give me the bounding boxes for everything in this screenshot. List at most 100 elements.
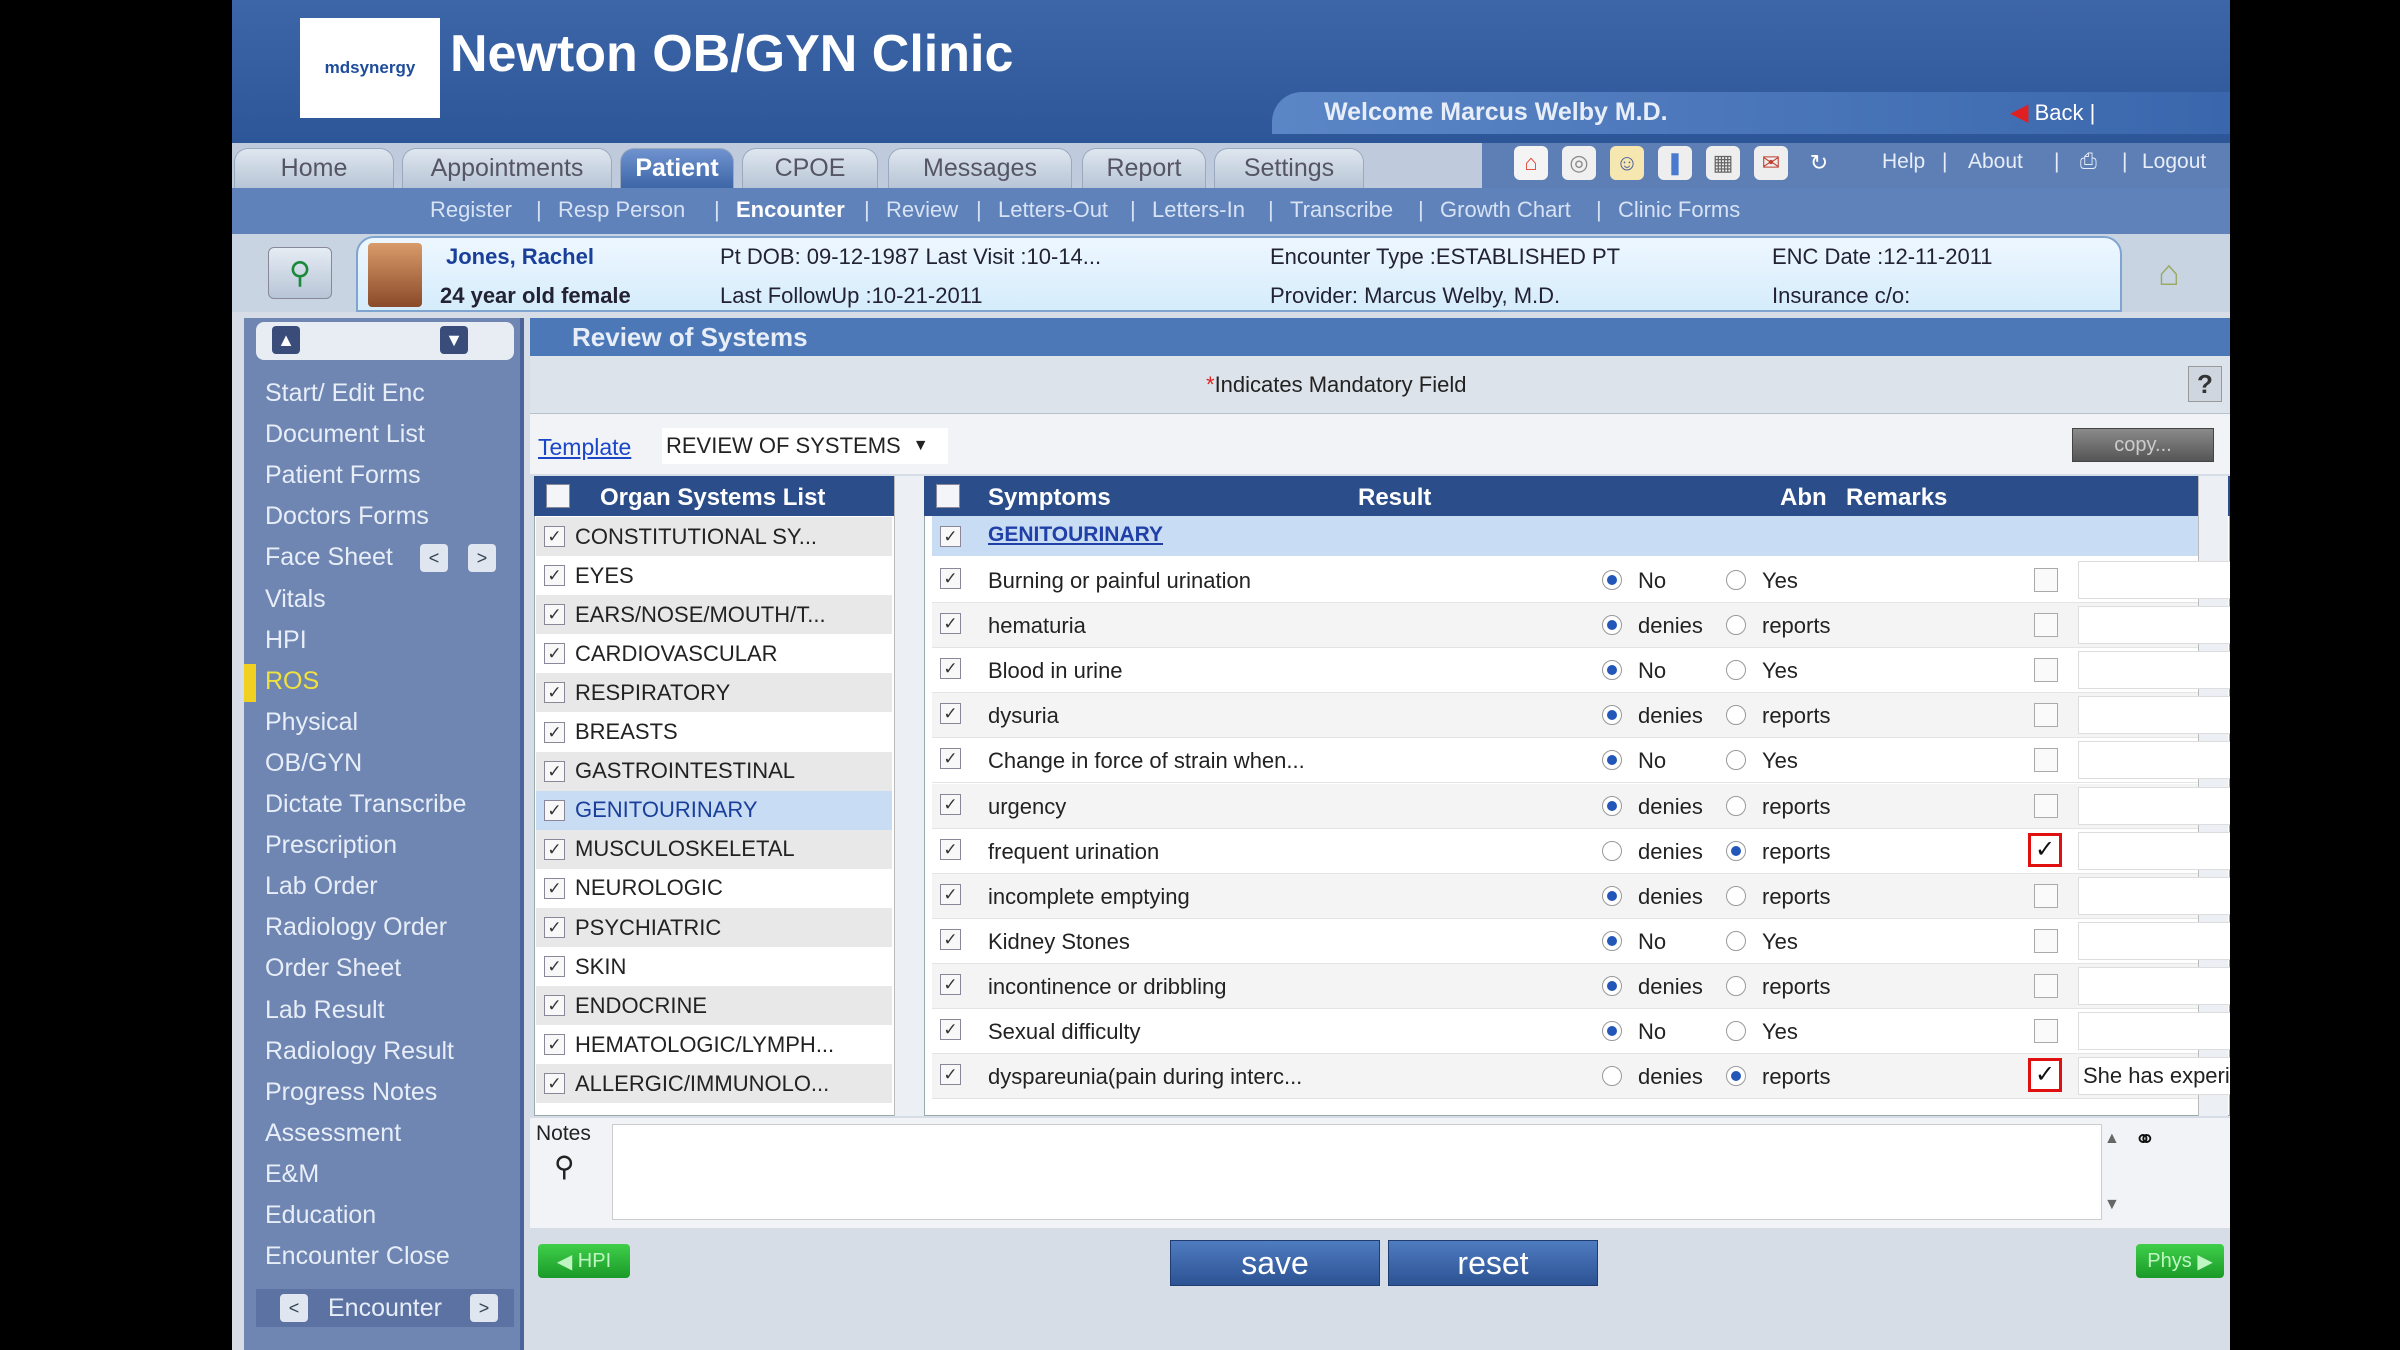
sidebar-item-document-list[interactable]: Document List: [265, 415, 523, 454]
next-phys-button[interactable]: Phys ▶: [2136, 1244, 2224, 1278]
sidebar-item-hpi[interactable]: HPI: [265, 621, 523, 660]
abn-checkbox[interactable]: [2034, 748, 2058, 773]
organ-row[interactable]: ✓ EARS/NOSE/MOUTH/T...: [536, 595, 892, 635]
refresh-icon[interactable]: ↻: [1802, 146, 1836, 180]
result-radio-2[interactable]: [1726, 570, 1746, 590]
tab-home[interactable]: Home: [234, 148, 394, 188]
result-radio-2[interactable]: [1726, 885, 1746, 906]
result-radio-2[interactable]: [1726, 930, 1746, 951]
remarks-field[interactable]: [2078, 876, 2230, 915]
sidebar-item-progress-notes[interactable]: Progress Notes: [265, 1073, 523, 1112]
subnav-resp-person[interactable]: Resp Person: [558, 197, 685, 223]
sidebar-item-e-m[interactable]: E&M: [265, 1155, 523, 1194]
about-link[interactable]: About: [1968, 150, 2023, 174]
organ-row[interactable]: ✓ MUSCULOSKELETAL: [536, 829, 892, 869]
remarks-field[interactable]: [2078, 786, 2230, 825]
sidebar-item-dictate-transcribe[interactable]: Dictate Transcribe: [265, 785, 523, 824]
tab-report[interactable]: Report: [1082, 148, 1206, 188]
result-radio-1[interactable]: [1602, 885, 1622, 906]
remarks-field[interactable]: [2078, 741, 2230, 780]
patient-search-icon[interactable]: ⚲: [268, 247, 332, 299]
result-radio-2[interactable]: [1726, 975, 1746, 996]
face-sheet-next-icon[interactable]: >: [468, 544, 496, 572]
organ-row[interactable]: ✓ SKIN: [536, 947, 892, 986]
family-icon[interactable]: ⌂: [2134, 244, 2204, 302]
subnav-review[interactable]: Review: [886, 197, 958, 223]
alert-icon[interactable]: ⌂: [1514, 146, 1548, 180]
organ-checkbox[interactable]: ✓: [544, 565, 565, 587]
sidebar-item-order-sheet[interactable]: Order Sheet: [265, 949, 523, 988]
sidebar-item-start-edit-enc[interactable]: Start/ Edit Enc: [265, 374, 523, 413]
sidebar-item-lab-result[interactable]: Lab Result: [265, 991, 523, 1030]
remarks-field[interactable]: [2078, 966, 2230, 1005]
encounter-prev-icon[interactable]: <: [280, 1294, 308, 1322]
symptom-checkbox[interactable]: ✓: [940, 613, 961, 635]
template-select[interactable]: REVIEW OF SYSTEMS ▼: [662, 428, 948, 464]
result-radio-1[interactable]: [1602, 615, 1622, 636]
organ-row[interactable]: ✓ EYES: [536, 556, 892, 595]
symptom-checkbox[interactable]: ✓: [940, 658, 961, 680]
remarks-field[interactable]: [2078, 651, 2230, 690]
organ-checkbox[interactable]: ✓: [544, 760, 565, 782]
sidebar-item-prescription[interactable]: Prescription: [265, 826, 523, 865]
result-radio-1[interactable]: [1602, 840, 1622, 861]
abn-checkbox[interactable]: ✓: [2028, 1058, 2062, 1093]
sidebar-item-doctors-forms[interactable]: Doctors Forms: [265, 497, 523, 536]
sidebar-item-face-sheet[interactable]: Face Sheet: [265, 538, 425, 577]
organ-row[interactable]: ✓ CARDIOVASCULAR: [536, 634, 892, 673]
remarks-field[interactable]: She has experienced since: [2078, 1057, 2230, 1096]
organ-checkbox[interactable]: ✓: [544, 604, 565, 626]
organ-row[interactable]: ✓ NEUROLOGIC: [536, 869, 892, 908]
symptom-checkbox[interactable]: ✓: [940, 838, 961, 860]
back-button[interactable]: ◀ Back |: [2010, 98, 2095, 127]
organ-row[interactable]: ✓ CONSTITUTIONAL SY...: [536, 517, 892, 556]
organ-checkbox[interactable]: ✓: [544, 682, 565, 704]
organ-row[interactable]: ✓ BREASTS: [536, 713, 892, 752]
result-radio-2[interactable]: [1726, 795, 1746, 816]
organ-checkbox[interactable]: ✓: [544, 1073, 565, 1095]
symptom-checkbox[interactable]: ✓: [940, 973, 961, 995]
organ-row[interactable]: ✓ ALLERGIC/IMMUNOLO...: [536, 1064, 892, 1104]
sidebar-item-physical[interactable]: Physical: [265, 703, 523, 742]
abn-checkbox[interactable]: [2034, 703, 2058, 728]
result-radio-1[interactable]: [1602, 795, 1622, 816]
sidebar-item-encounter-close[interactable]: Encounter Close: [265, 1237, 523, 1276]
organ-checkbox[interactable]: ✓: [544, 917, 565, 938]
help-button[interactable]: ?: [2188, 366, 2222, 402]
organ-row[interactable]: ✓ PSYCHIATRIC: [536, 908, 892, 947]
symptom-checkbox[interactable]: ✓: [940, 703, 961, 725]
result-radio-2[interactable]: [1726, 1021, 1746, 1041]
result-radio-1[interactable]: [1602, 1021, 1622, 1041]
copy-button[interactable]: copy...: [2072, 428, 2214, 462]
abn-checkbox[interactable]: [2034, 613, 2058, 638]
organ-row[interactable]: ✓ HEMATOLOGIC/LYMPH...: [536, 1025, 892, 1064]
symptom-checkbox[interactable]: ✓: [940, 883, 961, 905]
template-link[interactable]: Template: [538, 434, 631, 461]
help-link[interactable]: Help: [1882, 150, 1925, 174]
organ-scrollbar[interactable]: [894, 476, 924, 1116]
abn-checkbox[interactable]: [2034, 1019, 2058, 1043]
notes-lookup-icon[interactable]: ⚭: [2134, 1124, 2156, 1155]
organ-checkbox[interactable]: ✓: [544, 995, 565, 1017]
symptom-checkbox[interactable]: ✓: [940, 928, 961, 950]
save-button[interactable]: save: [1170, 1240, 1380, 1286]
organ-checkbox[interactable]: ✓: [544, 721, 565, 743]
reset-button[interactable]: reset: [1388, 1240, 1598, 1286]
remarks-field[interactable]: [2078, 696, 2230, 735]
organ-row[interactable]: ✓ GENITOURINARY: [536, 790, 892, 830]
abn-checkbox[interactable]: [2034, 793, 2058, 818]
symptom-checkbox[interactable]: ✓: [940, 1019, 961, 1040]
result-radio-1[interactable]: [1602, 1066, 1622, 1087]
sidebar-item-vitals[interactable]: Vitals: [265, 580, 523, 619]
result-radio-1[interactable]: [1602, 930, 1622, 951]
sidebar-item-patient-forms[interactable]: Patient Forms: [265, 456, 523, 495]
tab-messages[interactable]: Messages: [888, 148, 1072, 188]
result-radio-1[interactable]: [1602, 570, 1622, 590]
abn-checkbox[interactable]: [2034, 928, 2058, 953]
logout-link[interactable]: Logout: [2142, 150, 2206, 174]
mail-icon[interactable]: ✉: [1754, 146, 1788, 180]
result-radio-2[interactable]: [1726, 840, 1746, 861]
remarks-field[interactable]: [2078, 831, 2230, 870]
sidebar-item-ros[interactable]: ROS: [265, 662, 523, 701]
remarks-field[interactable]: [2078, 561, 2230, 599]
